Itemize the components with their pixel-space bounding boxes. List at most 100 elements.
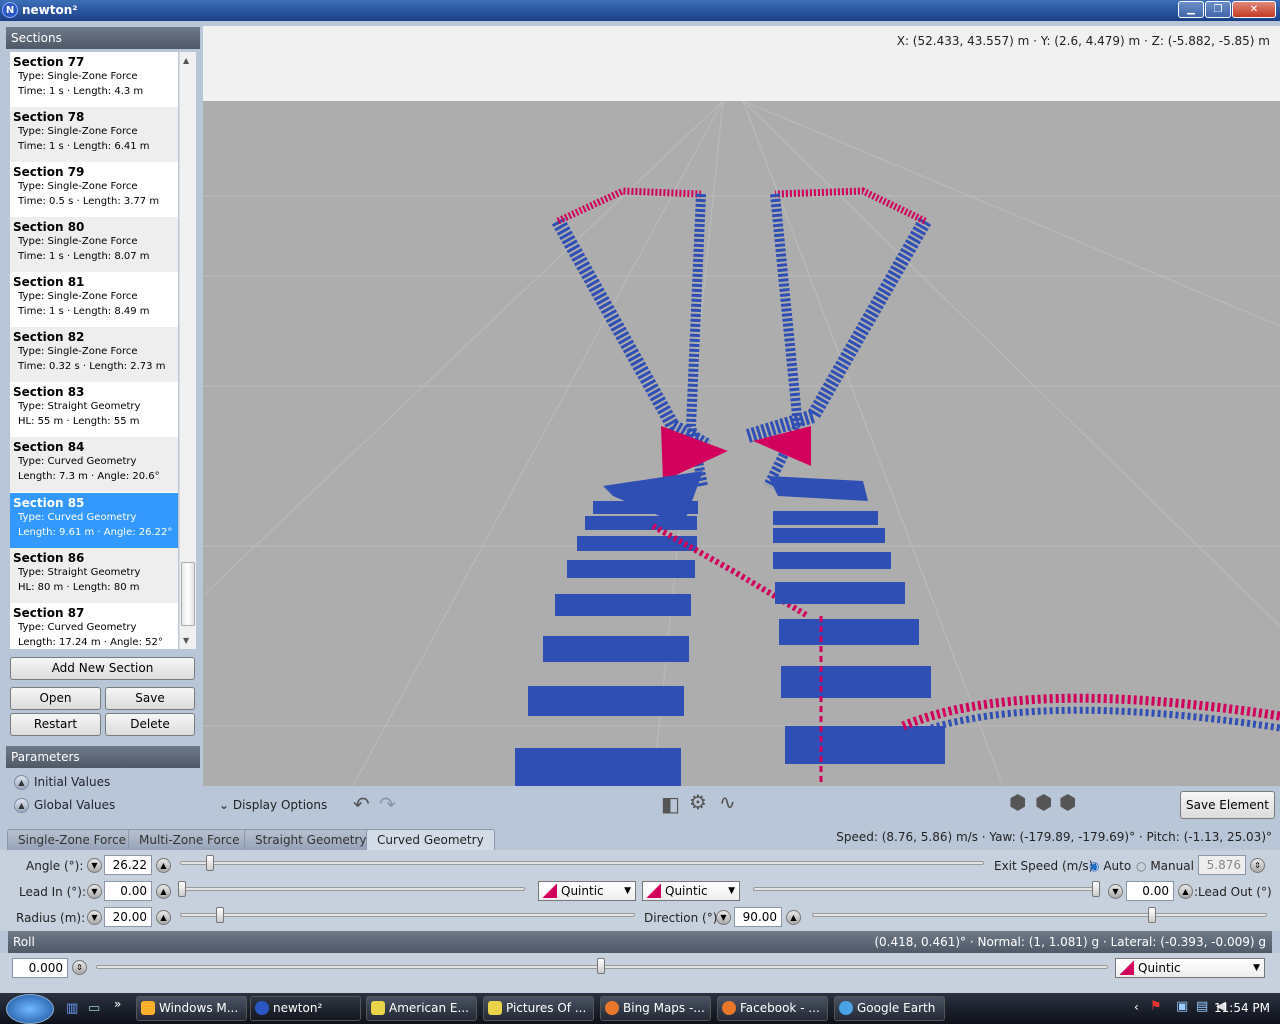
lead-out-slider[interactable] [753, 887, 1098, 891]
direction-input[interactable]: 90.00 [734, 907, 782, 927]
cube-side-icon[interactable]: ⬢ [1035, 790, 1052, 814]
taskbar-item[interactable]: American E... [366, 996, 477, 1021]
radius-slider[interactable] [180, 913, 635, 917]
radius-increment-button[interactable]: ▲ [156, 910, 171, 925]
dropdown-arrow-icon: ▼ [1253, 963, 1260, 973]
taskbar-item[interactable]: Google Earth [834, 996, 945, 1021]
tab-curved-geometry[interactable]: Curved Geometry [366, 829, 495, 850]
direction-decrement-button[interactable]: ▼ [716, 910, 731, 925]
save-button[interactable]: Save [105, 687, 195, 710]
clock[interactable]: 11:54 PM [1214, 1001, 1270, 1015]
list-item[interactable]: Section 84 Type: Curved Geometry Length:… [10, 437, 178, 492]
show-desktop-icon[interactable]: ▭ [88, 1001, 100, 1016]
roll-spinner[interactable]: ⇕ [72, 960, 87, 975]
delete-button[interactable]: Delete [105, 713, 195, 736]
section-info: Length: 17.24 m · Angle: 52° [18, 637, 163, 648]
start-button[interactable] [6, 994, 54, 1024]
lead-out-increment-button[interactable]: ▲ [1178, 884, 1193, 899]
sections-list[interactable]: Section 77 Type: Single-Zone Force Time:… [10, 52, 178, 649]
flip-view-icon[interactable]: ◧ [661, 792, 680, 816]
global-values-expander[interactable]: ▲ Global Values [14, 798, 115, 818]
lead-out-decrement-button[interactable]: ▼ [1108, 884, 1123, 899]
direction-slider-handle[interactable] [1148, 907, 1156, 923]
add-new-section-button[interactable]: Add New Section [10, 657, 195, 680]
minimize-button[interactable]: ▁ [1178, 1, 1204, 18]
angle-decrement-button[interactable]: ▼ [87, 858, 102, 873]
taskbar-item[interactable]: Facebook - ... [717, 996, 828, 1021]
lead-out-interp-select[interactable]: Quintic ▼ [642, 881, 740, 901]
section-info: HL: 55 m · Length: 55 m [18, 416, 140, 427]
close-button[interactable]: ✕ [1232, 1, 1276, 18]
angle-input[interactable]: 26.22 [104, 855, 152, 875]
radius-decrement-button[interactable]: ▼ [87, 910, 102, 925]
display-icon[interactable]: ▤ [1196, 999, 1208, 1014]
3d-viewport[interactable]: X: (52.433, 43.557) m · Y: (2.6, 4.479) … [203, 26, 1280, 786]
list-item[interactable]: Section 86 Type: Straight Geometry HL: 8… [10, 548, 178, 603]
wave-icon[interactable]: ∿ [719, 790, 736, 814]
direction-increment-button[interactable]: ▲ [786, 910, 801, 925]
sections-scrollbar[interactable]: ▲ ▼ [179, 52, 196, 649]
taskbar-item[interactable]: Pictures Of ... [483, 996, 594, 1021]
list-item[interactable]: Section 83 Type: Straight Geometry HL: 5… [10, 382, 178, 437]
lead-in-input[interactable]: 0.00 [104, 881, 152, 901]
lead-in-increment-button[interactable]: ▲ [156, 884, 171, 899]
gear-icon[interactable]: ⚙ [689, 790, 707, 814]
tab-straight-geometry[interactable]: Straight Geometry [244, 829, 378, 850]
cube-top-icon[interactable]: ⬢ [1059, 790, 1076, 814]
section-type: Type: Curved Geometry [18, 622, 137, 633]
roll-interp-select[interactable]: Quintic ▼ [1115, 958, 1265, 978]
lead-in-slider-handle[interactable] [178, 881, 186, 897]
right-track [745, 187, 1280, 786]
security-alert-icon[interactable]: ⚑ [1150, 999, 1162, 1014]
scroll-thumb[interactable] [181, 562, 195, 626]
network-icon[interactable]: ▣ [1176, 999, 1188, 1014]
lead-in-decrement-button[interactable]: ▼ [87, 884, 102, 899]
auto-radio[interactable]: ◉ Auto [1089, 859, 1131, 873]
tray-expand-icon[interactable]: ‹ [1134, 1000, 1139, 1014]
manual-radio[interactable]: ○ Manual [1136, 859, 1194, 873]
radius-slider-handle[interactable] [216, 907, 224, 923]
lead-in-interp-select[interactable]: Quintic ▼ [538, 881, 636, 901]
taskbar-item-active[interactable]: newton² [250, 996, 361, 1021]
section-title: Section 83 [13, 385, 85, 399]
initial-values-expander[interactable]: ▲ Initial Values [14, 775, 110, 795]
scroll-down-icon[interactable]: ▼ [183, 636, 189, 645]
list-item[interactable]: Section 79 Type: Single-Zone Force Time:… [10, 162, 178, 217]
section-info: Time: 0.5 s · Length: 3.77 m [18, 196, 160, 207]
radius-input[interactable]: 20.00 [104, 907, 152, 927]
scroll-up-icon[interactable]: ▲ [183, 56, 189, 65]
redo-icon[interactable]: ↷ [379, 792, 396, 816]
track-render[interactable] [203, 26, 1280, 786]
lead-in-slider[interactable] [180, 887, 525, 891]
list-item[interactable]: Section 80 Type: Single-Zone Force Time:… [10, 217, 178, 272]
taskbar-item[interactable]: Bing Maps -... [600, 996, 711, 1021]
list-item[interactable]: Section 77 Type: Single-Zone Force Time:… [10, 52, 178, 107]
quick-launch-icon[interactable]: ▥ [66, 1001, 78, 1016]
list-item[interactable]: Section 87 Type: Curved Geometry Length:… [10, 603, 178, 649]
lead-out-slider-handle[interactable] [1092, 881, 1100, 897]
taskbar-item-label: newton² [273, 1001, 323, 1015]
restart-button[interactable]: Restart [10, 713, 101, 736]
tab-multi-zone-force[interactable]: Multi-Zone Force [128, 829, 251, 850]
list-item-selected[interactable]: Section 85 Type: Curved Geometry Length:… [10, 493, 178, 548]
undo-icon[interactable]: ↶ [353, 792, 370, 816]
lead-out-input[interactable]: 0.00 [1126, 881, 1174, 901]
angle-slider[interactable] [180, 861, 984, 865]
list-item[interactable]: Section 82 Type: Single-Zone Force Time:… [10, 327, 178, 382]
save-element-button[interactable]: Save Element [1180, 791, 1275, 819]
roll-input[interactable]: 0.000 [12, 958, 68, 978]
list-item[interactable]: Section 81 Type: Single-Zone Force Time:… [10, 272, 178, 327]
maximize-button[interactable]: ❐ [1205, 1, 1231, 18]
cube-front-icon[interactable]: ⬢ [1009, 790, 1026, 814]
angle-increment-button[interactable]: ▲ [156, 858, 171, 873]
more-icon[interactable]: » [114, 997, 121, 1011]
tab-single-zone-force[interactable]: Single-Zone Force [7, 829, 138, 850]
display-options-toggle[interactable]: ⌄ Display Options [219, 798, 327, 812]
roll-slider-handle[interactable] [597, 958, 605, 974]
list-item[interactable]: Section 78 Type: Single-Zone Force Time:… [10, 107, 178, 162]
direction-slider[interactable] [812, 913, 1267, 917]
taskbar-item[interactable]: Windows M... [136, 996, 247, 1021]
exit-speed-spinner: ⇕ [1250, 858, 1265, 873]
angle-slider-handle[interactable] [206, 855, 214, 871]
open-button[interactable]: Open [10, 687, 101, 710]
